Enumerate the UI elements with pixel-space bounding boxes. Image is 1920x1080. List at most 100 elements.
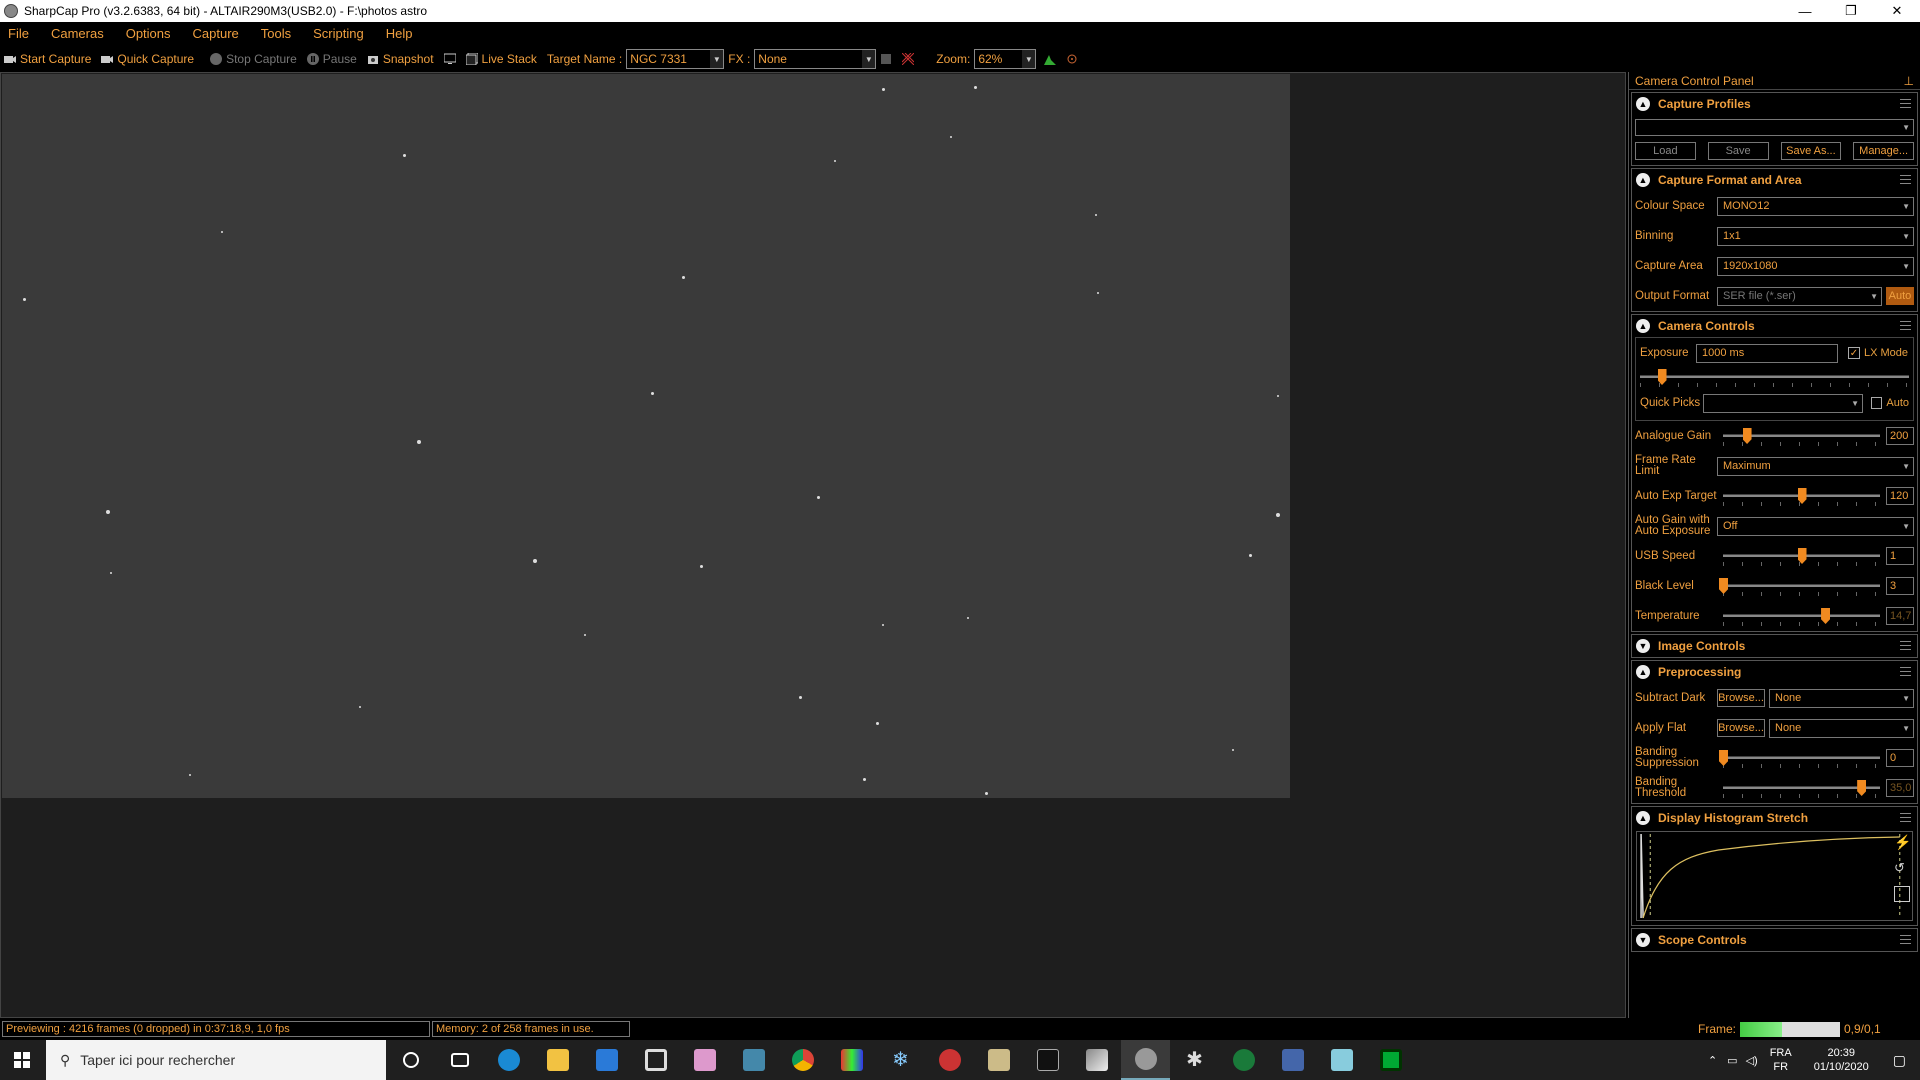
quick-capture-button[interactable]: Quick Capture xyxy=(101,52,194,66)
histogram-display[interactable]: ⚡ ↺ xyxy=(1636,831,1913,921)
scope-controls-header[interactable]: ▼ Scope Controls xyxy=(1632,929,1917,951)
menu-scripting[interactable]: Scripting xyxy=(313,26,364,41)
auto-stretch-icon[interactable]: ⚡ xyxy=(1894,834,1911,850)
notifications-icon[interactable]: ▢ xyxy=(1893,1052,1906,1069)
collapse-icon[interactable]: ▲ xyxy=(1636,173,1650,187)
taskbar-mail[interactable] xyxy=(582,1040,631,1080)
cortana-button[interactable] xyxy=(386,1040,435,1080)
histogram-header[interactable]: ▲ Display Histogram Stretch xyxy=(1632,807,1917,829)
collapse-icon[interactable]: ▲ xyxy=(1636,319,1650,333)
taskbar-chrome[interactable] xyxy=(778,1040,827,1080)
menu-icon[interactable] xyxy=(1900,175,1911,184)
taskbar-app-6[interactable] xyxy=(974,1040,1023,1080)
menu-icon[interactable] xyxy=(1900,99,1911,108)
exposure-input[interactable]: 1000 ms xyxy=(1696,343,1838,363)
capture-format-header[interactable]: ▲ Capture Format and Area xyxy=(1632,169,1917,191)
fx-select[interactable]: None ▼ xyxy=(754,49,877,69)
taskbar-calculator[interactable] xyxy=(729,1040,778,1080)
collapse-icon[interactable]: ▲ xyxy=(1636,811,1650,825)
collapse-icon[interactable]: ▲ xyxy=(1636,97,1650,111)
black-level-slider[interactable] xyxy=(1719,576,1880,596)
binning-select[interactable]: 1x1 ▼ xyxy=(1717,226,1914,246)
menu-icon[interactable] xyxy=(1900,935,1911,944)
menu-options[interactable]: Options xyxy=(126,26,171,41)
menu-help[interactable]: Help xyxy=(386,26,413,41)
image-viewer[interactable] xyxy=(0,72,1626,1018)
taskbar-app-10[interactable] xyxy=(1219,1040,1268,1080)
output-auto-button[interactable]: Auto xyxy=(1886,287,1914,305)
browse-dark-button[interactable]: Browse... xyxy=(1717,689,1765,707)
pin-icon[interactable]: ⊥ xyxy=(1904,74,1914,88)
capture-profiles-header[interactable]: ▲ Capture Profiles xyxy=(1632,93,1917,115)
start-button[interactable] xyxy=(0,1040,44,1080)
chevron-down-icon[interactable]: ▼ xyxy=(710,50,724,68)
analogue-gain-value[interactable]: 200 xyxy=(1886,427,1914,445)
colour-space-select[interactable]: MONO12 ▼ xyxy=(1717,196,1914,216)
focus-button[interactable] xyxy=(1066,53,1082,65)
taskbar-search[interactable]: ⚲ Taper ici pour rechercher xyxy=(46,1040,386,1080)
preprocessing-header[interactable]: ▲ Preprocessing xyxy=(1632,661,1917,683)
banding-suppression-value[interactable]: 0 xyxy=(1886,749,1914,767)
pause-button[interactable]: Pause xyxy=(306,52,357,66)
chevron-down-icon[interactable]: ▼ xyxy=(1022,50,1036,68)
expand-icon[interactable]: ▼ xyxy=(1636,933,1650,947)
auto-gain-select[interactable]: Off ▼ xyxy=(1717,516,1914,536)
manage-profiles-button[interactable]: Manage... xyxy=(1853,142,1914,160)
menu-icon[interactable] xyxy=(1900,813,1911,822)
taskbar-app-7[interactable] xyxy=(1023,1040,1072,1080)
usb-speed-slider[interactable] xyxy=(1723,546,1880,566)
lx-mode-checkbox[interactable]: ✓ xyxy=(1848,347,1860,359)
save-icon[interactable] xyxy=(1894,886,1910,902)
taskbar-app-9[interactable]: ✱ xyxy=(1170,1040,1219,1080)
taskbar-app-12[interactable] xyxy=(1317,1040,1366,1080)
chevron-down-icon[interactable]: ▼ xyxy=(862,50,876,68)
frame-rate-select[interactable]: Maximum ▼ xyxy=(1717,456,1914,476)
subtract-dark-select[interactable]: None ▼ xyxy=(1769,688,1914,708)
menu-capture[interactable]: Capture xyxy=(193,26,239,41)
taskbar-app-13[interactable] xyxy=(1366,1040,1415,1080)
menu-cameras[interactable]: Cameras xyxy=(51,26,104,41)
load-profile-button[interactable]: Load xyxy=(1635,142,1696,160)
zoom-select[interactable]: 62% ▼ xyxy=(974,49,1037,69)
target-name-input[interactable]: NGC 7331 ▼ xyxy=(626,49,725,69)
volume-icon[interactable]: ◁) xyxy=(1746,1054,1758,1067)
auto-exp-target-value[interactable]: 120 xyxy=(1886,487,1914,505)
chevron-up-icon[interactable]: ⌃ xyxy=(1708,1054,1717,1067)
fx-settings-button[interactable] xyxy=(880,53,896,65)
taskbar-edge[interactable] xyxy=(484,1040,533,1080)
taskbar-app-8[interactable] xyxy=(1072,1040,1121,1080)
collapse-icon[interactable]: ▲ xyxy=(1636,665,1650,679)
stop-capture-button[interactable]: Stop Capture xyxy=(210,52,297,66)
start-capture-button[interactable]: Start Capture xyxy=(4,52,91,66)
camera-controls-header[interactable]: ▲ Camera Controls xyxy=(1632,315,1917,337)
language-indicator[interactable]: FRA FR xyxy=(1770,1046,1792,1074)
network-icon[interactable]: ▭ xyxy=(1727,1054,1737,1067)
reticule-button[interactable] xyxy=(902,53,918,65)
taskbar-app-1[interactable] xyxy=(631,1040,680,1080)
save-as-profile-button[interactable]: Save As... xyxy=(1780,142,1842,160)
menu-tools[interactable]: Tools xyxy=(261,26,291,41)
display-toggle-button[interactable] xyxy=(443,53,460,65)
banding-threshold-slider[interactable] xyxy=(1723,778,1880,798)
black-level-value[interactable]: 3 xyxy=(1886,577,1914,595)
taskbar-app-2[interactable] xyxy=(680,1040,729,1080)
menu-file[interactable]: File xyxy=(8,26,29,41)
exposure-slider[interactable] xyxy=(1640,367,1909,387)
image-controls-header[interactable]: ▼ Image Controls xyxy=(1632,635,1917,657)
quick-picks-select[interactable]: ▼ xyxy=(1703,393,1864,413)
task-view-button[interactable] xyxy=(435,1040,484,1080)
taskbar-sharpcap[interactable] xyxy=(1121,1040,1170,1080)
taskbar-app-11[interactable] xyxy=(1268,1040,1317,1080)
snapshot-button[interactable]: Snapshot xyxy=(367,52,434,66)
browse-flat-button[interactable]: Browse... xyxy=(1717,719,1765,737)
analogue-gain-slider[interactable] xyxy=(1723,426,1880,446)
auto-exp-target-slider[interactable] xyxy=(1723,486,1880,506)
banding-suppression-slider[interactable] xyxy=(1719,748,1880,768)
close-button[interactable]: ✕ xyxy=(1874,0,1920,22)
menu-icon[interactable] xyxy=(1900,321,1911,330)
usb-speed-value[interactable]: 1 xyxy=(1886,547,1914,565)
save-profile-button[interactable]: Save xyxy=(1707,142,1769,160)
expand-icon[interactable]: ▼ xyxy=(1636,639,1650,653)
minimize-button[interactable]: — xyxy=(1782,0,1828,22)
taskbar-explorer[interactable] xyxy=(533,1040,582,1080)
